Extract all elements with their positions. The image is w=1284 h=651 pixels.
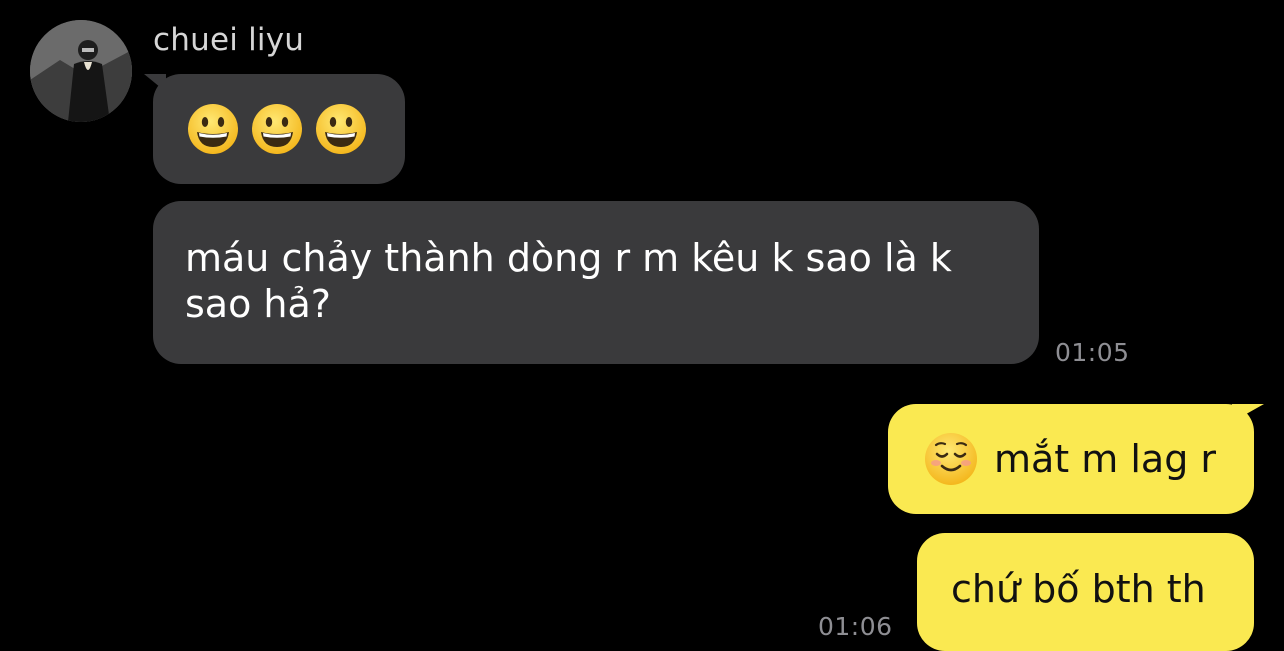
incoming-message-text[interactable]: máu chảy thành dòng r m kêu k sao là k s… [153, 201, 1039, 364]
message-text: chứ bố bth th [951, 567, 1206, 611]
smiling-face-emoji-icon [925, 433, 977, 485]
outgoing-message-text[interactable]: mắt m lag r [888, 404, 1254, 514]
message-timestamp: 01:05 [1055, 338, 1130, 367]
grinning-face-emoji-icon [188, 104, 238, 154]
grinning-face-emoji-icon [316, 104, 366, 154]
message-timestamp: 01:06 [818, 612, 893, 641]
message-text: máu chảy thành dòng r m kêu k sao là k s… [185, 236, 952, 326]
contact-avatar[interactable] [30, 20, 132, 122]
sender-name: chuei liyu [153, 22, 305, 58]
person-photo-avatar-icon [30, 20, 132, 122]
incoming-message-emoji[interactable] [153, 74, 405, 184]
message-text: mắt m lag r [994, 437, 1217, 481]
grinning-face-emoji-icon [252, 104, 302, 154]
outgoing-message-text[interactable]: chứ bố bth th [917, 533, 1254, 651]
